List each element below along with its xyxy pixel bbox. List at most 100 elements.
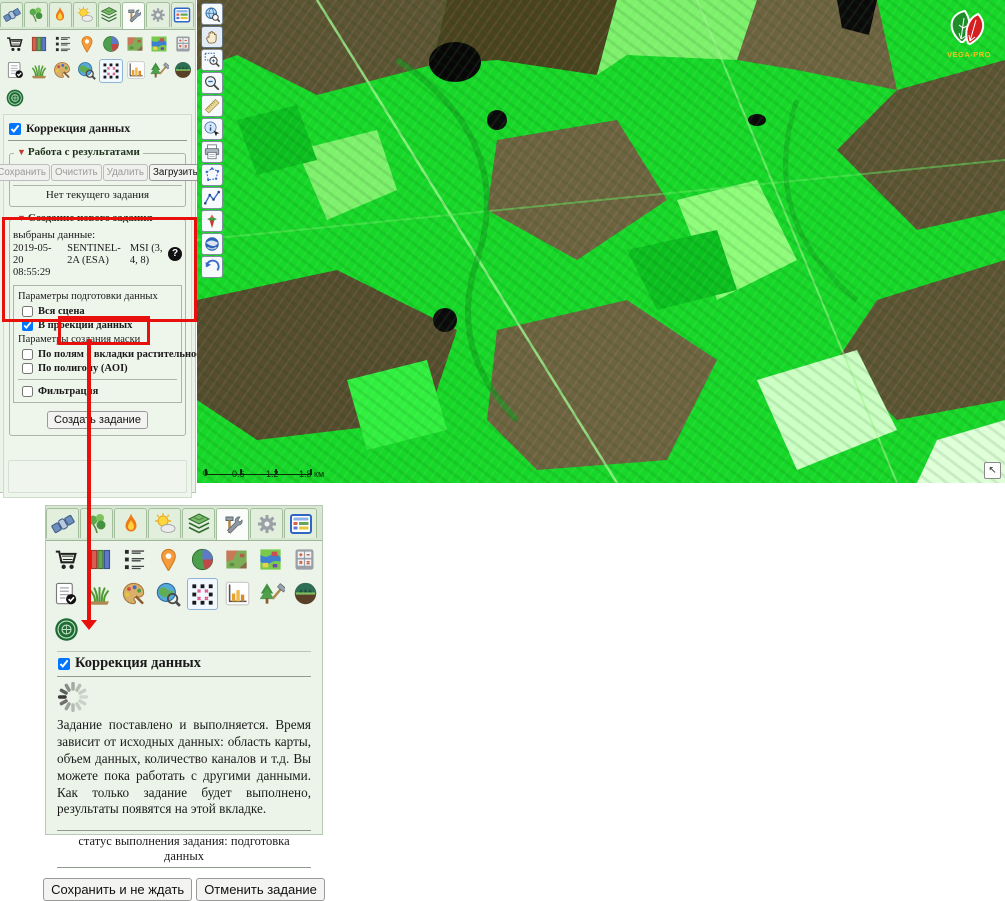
scale-label: 0.6 [232,469,245,479]
terrain-icon[interactable] [124,33,146,55]
calc-icon[interactable] [289,544,319,574]
save-no-wait-button[interactable]: Сохранить и не ждать [43,878,192,901]
tab-table-icon[interactable] [171,2,194,27]
map-viewport[interactable]: 00.61.21.8 км VEGA-PRO ↖ [197,0,1005,483]
pin-icon[interactable] [153,544,183,574]
pin-icon[interactable] [76,33,98,55]
maptool-m-marker-icon[interactable] [201,210,223,232]
option-checkbox-1[interactable] [22,363,33,374]
new-task-fieldset: ▼Создание нового задания выбраны данные:… [9,219,186,436]
cancel-task-button[interactable]: Отменить задание [196,878,325,901]
option-row[interactable]: По полигону (AOI) [18,361,177,375]
forest-icon[interactable] [256,578,286,608]
tab-weather-icon[interactable] [148,508,181,538]
globe-search-icon[interactable] [153,578,183,608]
forest-icon[interactable] [149,59,171,81]
grid-dots-icon[interactable] [99,59,123,83]
tab-weather-icon[interactable] [73,2,96,27]
tasklist-icon[interactable] [4,59,26,81]
list-icon[interactable] [119,544,149,574]
map-color-icon[interactable] [255,544,285,574]
columns-icon[interactable] [85,544,115,574]
tab-satellite-icon[interactable] [0,2,23,27]
option-checkbox-0[interactable] [22,386,33,397]
option-row[interactable]: В проекции данных [18,318,177,332]
option-row[interactable]: По полям с вкладки растительность [18,347,177,361]
soil-icon[interactable] [172,59,194,81]
palette-icon[interactable] [119,578,149,608]
scale-line [205,474,311,475]
tab-tools-icon[interactable] [216,508,249,540]
pie-icon[interactable] [100,33,122,55]
maptool-m-globe-icon[interactable] [201,3,223,25]
main-tabs [0,0,195,30]
terrain-icon[interactable] [221,544,251,574]
create-task-row: Создать задание [13,405,182,431]
maptool-m-hand-icon[interactable] [201,26,223,48]
satellite-imagery [197,0,1005,483]
maptool-m-earth-icon[interactable] [201,233,223,255]
option-checkbox-0[interactable] [22,349,33,360]
grid-dots-icon[interactable] [187,578,219,610]
tab-fire-icon[interactable] [114,508,147,538]
maptool-m-undo-icon[interactable] [201,256,223,278]
save-button[interactable]: Сохранить [0,164,50,181]
maptool-m-zoomout-icon[interactable] [201,72,223,94]
scale-label: 0 [203,468,208,478]
grass-icon[interactable] [85,578,115,608]
option-row[interactable]: Вся сцена [18,304,177,318]
option-label: Вся сцена [38,306,85,317]
tool-row-2 [46,575,322,611]
clear-button[interactable]: Очистить [51,164,102,181]
stamp-icon[interactable] [4,87,26,109]
tab-vegetation-icon[interactable] [24,2,47,27]
pie-icon[interactable] [187,544,217,574]
cart-icon[interactable] [4,33,26,55]
tab-satellite-icon[interactable] [46,508,79,538]
tab-settings-icon[interactable] [250,508,283,538]
maptool-m-ruler-icon[interactable] [201,95,223,117]
help-badge[interactable]: ? [168,247,182,261]
correction-checkbox[interactable] [9,123,21,135]
map-color-icon[interactable] [148,33,170,55]
load-button[interactable]: Загрузить [149,164,202,181]
correction-checkbox[interactable] [58,658,70,670]
task-running-message: Задание поставлено и выполняется. Время … [57,715,311,824]
tab-tools-icon[interactable] [122,2,145,29]
option-checkbox-0[interactable] [22,306,33,317]
tab-layers-icon[interactable] [182,508,215,538]
cart-icon[interactable] [51,544,81,574]
expand-map-button[interactable]: ↖ [984,462,1001,479]
tab-settings-icon[interactable] [146,2,169,27]
option-row[interactable]: Фильтрация [18,384,177,398]
tab-table-icon[interactable] [284,508,317,538]
globe-search-icon[interactable] [75,59,97,81]
palette-icon[interactable] [52,59,74,81]
chart-icon[interactable] [222,578,252,608]
delete-button[interactable]: Удалить [103,164,148,181]
maptool-m-print-icon[interactable] [201,141,223,163]
columns-icon[interactable] [28,33,50,55]
stamp-icon[interactable] [51,614,81,644]
soil-icon[interactable] [290,578,320,608]
tab-layers-icon[interactable] [98,2,121,27]
maptool-m-info-icon[interactable] [201,118,223,140]
tab-fire-icon[interactable] [49,2,72,27]
task-status-panel: Коррекция данных [45,505,323,835]
mask-params-label: Параметры создания маски [18,332,177,347]
maptool-m-zoomrect-icon[interactable] [201,49,223,71]
tool-row-2 [0,56,195,84]
option-checkbox-1[interactable] [22,320,33,331]
triangle-icon: ▼ [17,147,26,157]
maptool-m-polyline-icon[interactable] [201,187,223,209]
list-icon[interactable] [52,33,74,55]
create-task-button[interactable]: Создать задание [47,411,148,429]
main-tabs [46,506,322,541]
data-satellite: SENTINEL-2A (ESA) [67,243,124,279]
grass-icon[interactable] [28,59,50,81]
chart-icon[interactable] [125,59,147,81]
calc-icon[interactable] [172,33,194,55]
tab-vegetation-icon[interactable] [80,508,113,538]
tasklist-icon[interactable] [51,578,81,608]
maptool-m-polygon-icon[interactable] [201,164,223,186]
